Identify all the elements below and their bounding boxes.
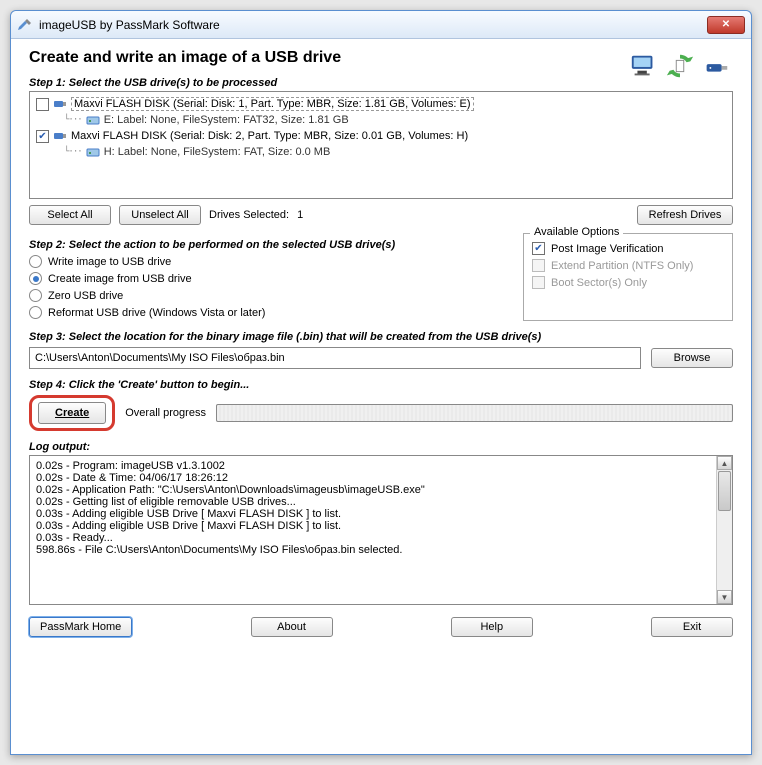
log-line: 0.02s - Program: imageUSB v1.3.1002 — [36, 460, 726, 472]
drive-checkbox-1[interactable] — [36, 98, 49, 111]
create-highlight: Create — [29, 395, 115, 431]
scroll-down-arrow[interactable]: ▼ — [717, 590, 732, 604]
tree-connector-2: └··· — [64, 147, 82, 157]
available-options-group: Available Options Post Image Verificatio… — [523, 233, 733, 321]
check-post-image-verification[interactable]: Post Image Verification — [532, 240, 724, 257]
titlebar: imageUSB by PassMark Software ✕ — [11, 11, 751, 39]
tree-connector-1: └··· — [64, 115, 82, 125]
radio-icon — [29, 289, 42, 302]
browse-button[interactable]: Browse — [651, 348, 733, 368]
about-button[interactable]: About — [251, 617, 333, 637]
log-line: 0.02s - Application Path: "C:\Users\Anto… — [36, 484, 726, 496]
drives-selected-label: Drives Selected: — [209, 209, 289, 221]
usb-drive-icon — [53, 97, 67, 111]
radio-create-image[interactable]: Create image from USB drive — [29, 270, 511, 287]
sync-icon — [665, 51, 695, 81]
radio-write-image[interactable]: Write image to USB drive — [29, 253, 511, 270]
window-title: imageUSB by PassMark Software — [39, 18, 220, 32]
overall-progress-label: Overall progress — [125, 407, 206, 419]
drive-row-1[interactable]: Maxvi FLASH DISK (Serial: Disk: 1, Part.… — [36, 96, 726, 112]
log-line: 0.02s - Getting list of eligible removab… — [36, 496, 726, 508]
drive-volume-icon — [86, 145, 100, 159]
log-output[interactable]: 0.02s - Program: imageUSB v1.3.1002 0.02… — [29, 455, 733, 605]
radio-icon — [29, 255, 42, 268]
image-path-input[interactable] — [29, 347, 641, 369]
drive-child-1[interactable]: └··· E: Label: None, FileSystem: FAT32, … — [36, 112, 726, 128]
radio-icon — [29, 306, 42, 319]
step3-label: Step 3: Select the location for the bina… — [29, 331, 733, 343]
drive-label-1: Maxvi FLASH DISK (Serial: Disk: 1, Part.… — [71, 97, 474, 111]
drives-selected-count: 1 — [297, 209, 303, 221]
radio-zero-drive[interactable]: Zero USB drive — [29, 287, 511, 304]
select-all-button[interactable]: Select All — [29, 205, 111, 225]
log-line: 598.86s - File C:\Users\Anton\Documents\… — [36, 544, 726, 556]
drive-child-2[interactable]: └··· H: Label: None, FileSystem: FAT, Si… — [36, 144, 726, 160]
close-button[interactable]: ✕ — [707, 16, 745, 34]
drive-list[interactable]: Maxvi FLASH DISK (Serial: Disk: 1, Part.… — [29, 91, 733, 199]
checkbox-icon — [532, 276, 545, 289]
drive-row-2[interactable]: Maxvi FLASH DISK (Serial: Disk: 2, Part.… — [36, 128, 726, 144]
create-button[interactable]: Create — [38, 402, 106, 424]
checkbox-icon — [532, 242, 545, 255]
header-icons — [629, 51, 731, 81]
log-line: 0.03s - Adding eligible USB Drive [ Maxv… — [36, 508, 726, 520]
drive-checkbox-2[interactable] — [36, 130, 49, 143]
log-line: 0.03s - Adding eligible USB Drive [ Maxv… — [36, 520, 726, 532]
page-title: Create and write an image of a USB drive — [29, 49, 733, 67]
unselect-all-button[interactable]: Unselect All — [119, 205, 201, 225]
app-icon — [17, 17, 33, 33]
step4-label: Step 4: Click the 'Create' button to beg… — [29, 379, 733, 391]
log-label: Log output: — [29, 441, 733, 453]
exit-button[interactable]: Exit — [651, 617, 733, 637]
passmark-home-button[interactable]: PassMark Home — [29, 617, 132, 637]
drive-child-label-2: H: Label: None, FileSystem: FAT, Size: 0… — [104, 146, 331, 158]
available-options-legend: Available Options — [530, 226, 623, 238]
drive-child-label-1: E: Label: None, FileSystem: FAT32, Size:… — [104, 114, 349, 126]
scroll-thumb[interactable] — [718, 471, 731, 511]
drive-volume-icon — [86, 113, 100, 127]
usb-icon — [701, 51, 731, 81]
log-line: 0.03s - Ready... — [36, 532, 726, 544]
computer-icon — [629, 51, 659, 81]
step1-label: Step 1: Select the USB drive(s) to be pr… — [29, 77, 733, 89]
usb-drive-icon — [53, 129, 67, 143]
overall-progress-bar — [216, 404, 733, 422]
scroll-up-arrow[interactable]: ▲ — [717, 456, 732, 470]
check-extend-partition: Extend Partition (NTFS Only) — [532, 257, 724, 274]
check-boot-sector: Boot Sector(s) Only — [532, 274, 724, 291]
drive-label-2: Maxvi FLASH DISK (Serial: Disk: 2, Part.… — [71, 130, 468, 142]
radio-reformat-drive[interactable]: Reformat USB drive (Windows Vista or lat… — [29, 304, 511, 321]
refresh-drives-button[interactable]: Refresh Drives — [637, 205, 733, 225]
radio-icon — [29, 272, 42, 285]
log-line: 0.02s - Date & Time: 04/06/17 18:26:12 — [36, 472, 726, 484]
step2-label: Step 2: Select the action to be performe… — [29, 239, 511, 251]
checkbox-icon — [532, 259, 545, 272]
log-scrollbar[interactable]: ▲ ▼ — [716, 456, 732, 604]
help-button[interactable]: Help — [451, 617, 533, 637]
